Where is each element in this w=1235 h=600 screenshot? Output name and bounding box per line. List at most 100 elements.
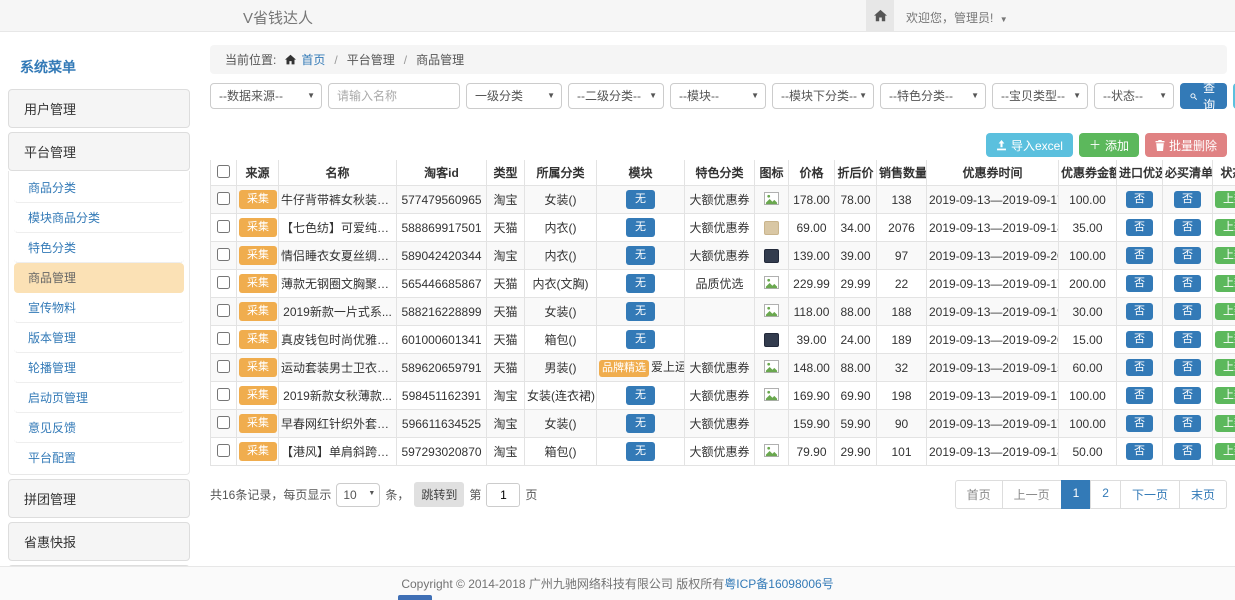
name-input[interactable] <box>328 83 460 109</box>
import-select-toggle[interactable]: 否 <box>1126 275 1153 292</box>
import-select-toggle[interactable]: 否 <box>1126 443 1153 460</box>
status-toggle[interactable]: 上架 <box>1215 359 1235 376</box>
home-button[interactable] <box>866 0 894 31</box>
import-select-toggle[interactable]: 否 <box>1126 247 1153 264</box>
import-select-toggle[interactable]: 否 <box>1126 191 1153 208</box>
module-sub-category-select[interactable]: --模块下分类-- <box>772 83 874 109</box>
product-type: 淘宝 <box>487 186 525 214</box>
row-checkbox[interactable] <box>217 332 230 345</box>
page-button[interactable]: 末页 <box>1179 480 1227 509</box>
select-all-checkbox[interactable] <box>217 165 230 178</box>
must-buy-toggle[interactable]: 否 <box>1174 303 1201 320</box>
must-buy-toggle[interactable]: 否 <box>1174 359 1201 376</box>
breadcrumb-home-link[interactable]: 首页 <box>301 51 325 68</box>
product-name: 2019新款一片式系... <box>279 298 397 326</box>
status-toggle[interactable]: 上架 <box>1215 275 1235 292</box>
import-select-toggle[interactable]: 否 <box>1126 359 1153 376</box>
sidebar-item[interactable]: 轮播管理 <box>14 353 184 383</box>
module-cell: 无 <box>597 242 685 270</box>
column-header: 模块 <box>597 160 685 186</box>
import-select-toggle[interactable]: 否 <box>1126 387 1153 404</box>
sidebar-item[interactable]: 启动页管理 <box>14 383 184 413</box>
sidebar-item[interactable]: 宣传物料 <box>14 293 184 323</box>
must-buy-toggle[interactable]: 否 <box>1174 247 1201 264</box>
table-row: 采集【七色纺】可爱纯棉家...588869917501天猫内衣()无大额优惠券6… <box>211 214 1235 242</box>
page-button[interactable]: 下一页 <box>1120 480 1180 509</box>
sidebar-item[interactable]: 商品管理 <box>14 263 184 293</box>
must-buy-toggle[interactable]: 否 <box>1174 219 1201 236</box>
data-source-select[interactable]: --数据来源-- <box>210 83 322 109</box>
status-toggle[interactable]: 上架 <box>1215 303 1235 320</box>
product-name: 【港风】单肩斜跨链条... <box>279 438 397 466</box>
status-select[interactable]: --状态-- <box>1094 83 1174 109</box>
import-excel-button[interactable]: 导入excel <box>986 133 1073 157</box>
sidebar-item[interactable]: 平台配置 <box>14 443 184 472</box>
module-select[interactable]: --模块-- <box>670 83 766 109</box>
trash-icon <box>1155 140 1165 151</box>
must-buy-toggle[interactable]: 否 <box>1174 331 1201 348</box>
status-toggle[interactable]: 上架 <box>1215 247 1235 264</box>
row-checkbox[interactable] <box>217 360 230 373</box>
level1-category-select[interactable]: 一级分类 <box>466 83 562 109</box>
row-checkbox[interactable] <box>217 416 230 429</box>
sidebar-item[interactable]: 模块商品分类 <box>14 203 184 233</box>
level2-category-select[interactable]: --二级分类-- <box>568 83 664 109</box>
sidebar-item[interactable]: 特色分类 <box>14 233 184 263</box>
product-category: 箱包() <box>525 326 597 354</box>
sales-count: 189 <box>877 326 927 354</box>
page-button[interactable]: 1 <box>1061 480 1092 509</box>
import-select-toggle[interactable]: 否 <box>1126 415 1153 432</box>
status-toggle[interactable]: 上架 <box>1215 387 1235 404</box>
status-toggle[interactable]: 上架 <box>1215 415 1235 432</box>
jump-button[interactable]: 跳转到 <box>414 482 464 507</box>
status-toggle[interactable]: 上架 <box>1215 219 1235 236</box>
sidebar-group[interactable]: 拼团管理 <box>8 479 190 518</box>
price: 118.00 <box>789 298 835 326</box>
sidebar-group[interactable]: 用户管理 <box>8 89 190 128</box>
import-select-toggle[interactable]: 否 <box>1126 219 1153 236</box>
must-buy-toggle[interactable]: 否 <box>1174 191 1201 208</box>
must-buy-toggle[interactable]: 否 <box>1174 443 1201 460</box>
sidebar-item[interactable]: 意见反馈 <box>14 413 184 443</box>
sidebar-group[interactable]: 省惠快报 <box>8 522 190 561</box>
page-button[interactable]: 2 <box>1090 480 1121 509</box>
add-button[interactable]: ＋ 添加 <box>1079 133 1139 157</box>
row-checkbox[interactable] <box>217 248 230 261</box>
price: 148.00 <box>789 354 835 382</box>
batch-delete-button[interactable]: 批量删除 <box>1145 133 1227 157</box>
row-checkbox[interactable] <box>217 220 230 233</box>
coupon-amount: 60.00 <box>1059 354 1117 382</box>
row-checkbox[interactable] <box>217 304 230 317</box>
import-select-toggle[interactable]: 否 <box>1126 331 1153 348</box>
row-checkbox[interactable] <box>217 192 230 205</box>
coupon-time: 2019-09-13—2019-09-20 <box>927 242 1059 270</box>
import-select-toggle[interactable]: 否 <box>1126 303 1153 320</box>
source-badge: 采集 <box>239 442 277 461</box>
row-checkbox[interactable] <box>217 388 230 401</box>
must-buy-toggle[interactable]: 否 <box>1174 275 1201 292</box>
must-buy-toggle[interactable]: 否 <box>1174 387 1201 404</box>
row-checkbox[interactable] <box>217 276 230 289</box>
sidebar-group[interactable]: 平台管理 <box>8 132 190 171</box>
sidebar-item[interactable]: 商品分类 <box>14 173 184 203</box>
filter-bar: --数据来源-- 一级分类--二级分类----模块----模块下分类----特色分… <box>210 83 1227 109</box>
status-toggle[interactable]: 上架 <box>1215 443 1235 460</box>
page-button[interactable]: 上一页 <box>1002 480 1062 509</box>
row-checkbox[interactable] <box>217 444 230 457</box>
icon-cell <box>755 438 789 466</box>
status-toggle[interactable]: 上架 <box>1215 191 1235 208</box>
feature-category-select[interactable]: --特色分类-- <box>880 83 986 109</box>
search-icon <box>1190 91 1197 102</box>
table-actions: 导入excel ＋ 添加 批量删除 <box>210 133 1227 157</box>
search-button[interactable]: 查询 <box>1180 83 1227 109</box>
page-button[interactable]: 首页 <box>955 480 1003 509</box>
item-type-select[interactable]: --宝贝类型-- <box>992 83 1088 109</box>
page-number-input[interactable] <box>486 483 520 507</box>
sidebar-item[interactable]: 版本管理 <box>14 323 184 353</box>
main-content: 当前位置: 首页 / 平台管理 / 商品管理 --数据来源--一级分类--二级分… <box>210 45 1227 509</box>
must-buy-toggle[interactable]: 否 <box>1174 415 1201 432</box>
icp-link[interactable]: 粤ICP备16098006号 <box>724 575 833 592</box>
user-menu[interactable]: 欢迎您，管理员! ▼ <box>906 9 1008 26</box>
status-toggle[interactable]: 上架 <box>1215 331 1235 348</box>
per-page-select[interactable]: 10 <box>336 483 380 507</box>
